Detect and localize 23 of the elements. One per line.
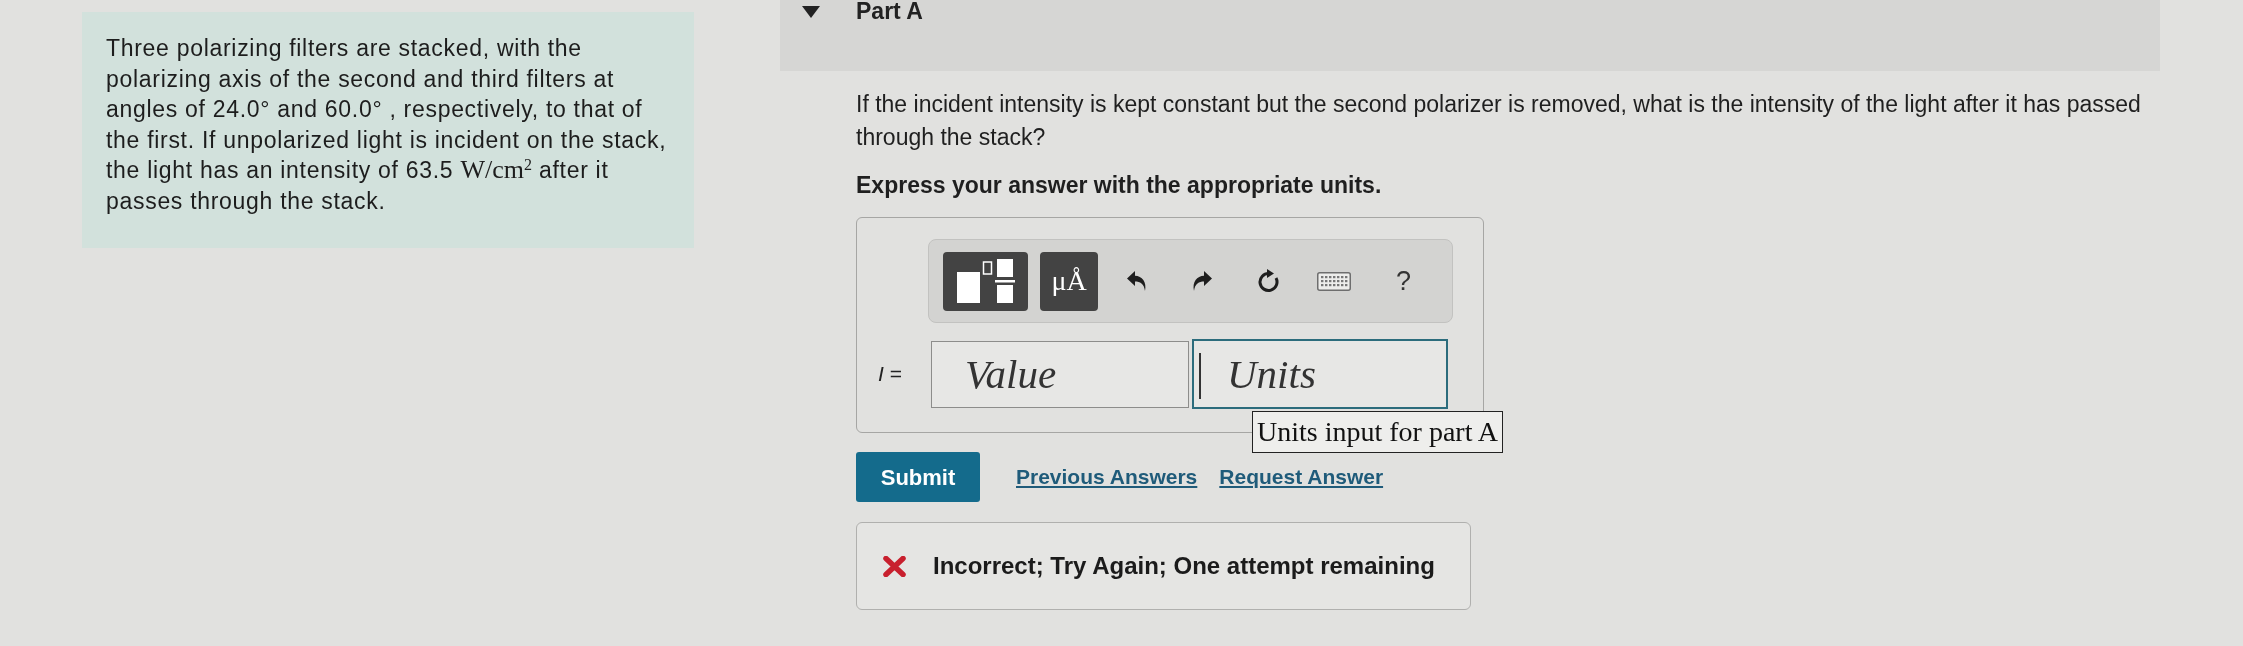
tooltip: Units input for part A [1252, 411, 1504, 453]
previous-answers-link[interactable]: Previous Answers [1016, 461, 1198, 493]
text-cursor-icon [1199, 353, 1201, 399]
cross-icon [883, 555, 906, 577]
submit-button[interactable]: Submit [856, 452, 980, 502]
template-blocks-icon [956, 259, 1015, 303]
help-button[interactable]: ? [1388, 251, 1420, 311]
units-field[interactable]: Units [1192, 339, 1448, 409]
redo-icon[interactable] [1191, 270, 1213, 292]
caret-icon[interactable] [802, 6, 820, 18]
request-answer-link[interactable]: Request Answer [1219, 461, 1384, 493]
problem-text: Three polarizing filters are stacked, with the polarizing axis of the second and third filters at angles of 24.0° and 60.0° , respectively, to that of the first. If unpolarized light is incident on the stack, the light has an intensity of 63.5 W/cm$^{2}$ after it passes through the stack. [106, 34, 668, 216]
value-field[interactable]: Value [931, 340, 1189, 408]
variable-label: I = [878, 361, 903, 388]
keyboard-icon[interactable] [1317, 271, 1351, 291]
reset-icon[interactable] [1256, 269, 1280, 293]
symbols-button[interactable]: μÅ [1040, 251, 1098, 311]
undo-icon[interactable] [1125, 270, 1147, 292]
instruction-text: Express your answer with the appropriate units. [856, 171, 1383, 200]
templates-button[interactable] [943, 251, 1028, 311]
question-text: If the incident intensity is kept constant but the second polarizer is removed, what is the intensity of the light after it has passed through the stack? [856, 90, 2142, 152]
part-title: Part A [856, 0, 923, 22]
feedback-text: Incorrect; Try Again; One attempt remaining [933, 551, 1435, 581]
